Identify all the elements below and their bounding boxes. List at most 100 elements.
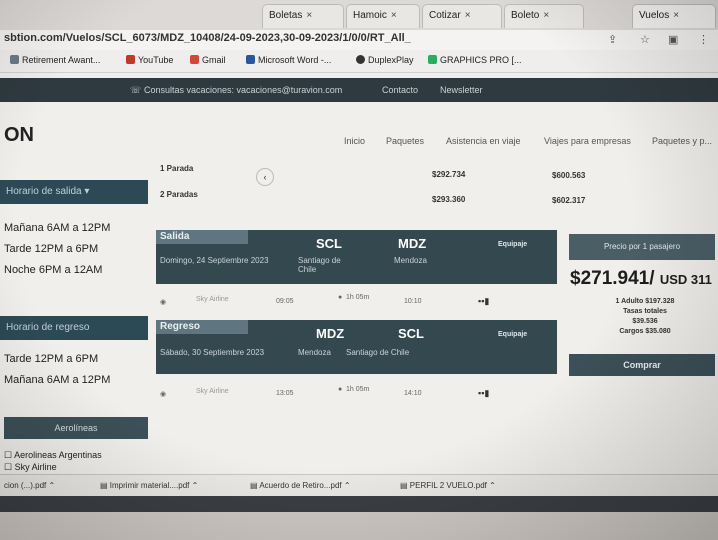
price-detail-taxes: $39.536 (632, 318, 658, 325)
contact-email[interactable]: Consultas vacaciones: vacaciones@turavio… (144, 85, 342, 95)
airlines-filter-button[interactable]: Aerolíneas (4, 417, 148, 439)
menu-item-asistencia[interactable]: Asistencia en viaje (446, 136, 521, 146)
url-text: sbtion.com/Vuelos/SCL_6073/MDZ_10408/24-… (4, 32, 411, 44)
departure-option-morning[interactable]: Mañana 6AM a 12PM (4, 222, 110, 234)
return-option-afternoon[interactable]: Tarde 12PM a 6PM (4, 353, 98, 365)
topbar-link-contact[interactable]: Contacto (382, 85, 418, 95)
bookmark-graphics[interactable]: GRAPHICS PRO [... (428, 55, 522, 65)
topbar-link-newsletter[interactable]: Newsletter (440, 85, 483, 95)
share-icon[interactable]: ⇪ (608, 33, 617, 46)
download-item[interactable]: ▤ Imprimir material....pdf ⌃ (100, 481, 198, 490)
price-per-passenger-label: Precio por 1 pasajero (569, 234, 715, 260)
file-icon: ▤ (100, 481, 108, 490)
chevron-up-icon[interactable]: ⌃ (489, 481, 496, 490)
close-icon[interactable]: × (465, 10, 471, 21)
inbound-label: Regreso (156, 320, 248, 334)
stops-row-1-price2[interactable]: $600.563 (552, 171, 585, 180)
menu-item-paquetes[interactable]: Paquetes (386, 136, 424, 146)
inbound-option[interactable]: ◉ Sky Airline 13:05 ● 1h 05m 14:10 ▪▪▮ (160, 386, 489, 398)
menu-icon[interactable]: ⋮ (698, 33, 709, 46)
close-icon[interactable]: × (391, 10, 397, 21)
inbound-date: Sábado, 30 Septiembre 2023 (160, 348, 265, 357)
menu-item-paquetes-p[interactable]: Paquetes y p... (652, 136, 712, 146)
tab-label: Boleto (511, 10, 540, 21)
bookmark-youtube[interactable]: YouTube (126, 55, 173, 65)
outbound-option[interactable]: ◉ Sky Airline 09:05 ● 1h 05m 10:10 ▪▪▮ (160, 294, 489, 306)
close-icon[interactable]: × (543, 10, 549, 21)
checkbox-icon[interactable]: ☐ (4, 450, 12, 460)
airline-name: Sky Airline (196, 296, 229, 303)
outbound-to-code: MDZ (398, 236, 427, 251)
airline-option-sky[interactable]: ☐ Sky Airline (4, 462, 57, 473)
tab-cotizar[interactable]: Cotizar × (422, 4, 502, 28)
tab-boleto[interactable]: Boleto × (504, 4, 584, 28)
airline-option-aerolineas[interactable]: ☐ Aerolineas Argentinas (4, 450, 102, 461)
close-icon[interactable]: × (673, 10, 679, 21)
checkbox-icon[interactable]: ☐ (4, 462, 12, 472)
inbound-from-city: Mendoza (298, 348, 331, 357)
inbound-from-code: MDZ (316, 326, 345, 341)
departure-filter-header[interactable]: Horario de salida ▾ (0, 180, 148, 204)
departure-option-afternoon[interactable]: Tarde 12PM a 6PM (4, 243, 98, 255)
return-option-morning[interactable]: Mañana 6AM a 12PM (4, 374, 110, 386)
radio-icon[interactable]: ◉ (160, 391, 166, 398)
tab-label: Boletas (269, 10, 303, 21)
tab-vuelos[interactable]: Vuelos × (632, 4, 716, 28)
bookmark-label: GRAPHICS PRO [... (440, 55, 522, 65)
download-label: PERFIL 2 VUELO.pdf (409, 481, 487, 490)
bookmark-label: Microsoft Word -... (258, 55, 332, 65)
tab-hamoic[interactable]: Hamoic × (346, 4, 420, 28)
file-icon: ▤ (250, 481, 258, 490)
site-logo[interactable]: ON (4, 124, 34, 147)
extensions-icon[interactable]: ▣ (668, 33, 678, 46)
outbound-to-city: Mendoza (394, 256, 427, 265)
bookmark-retirement[interactable]: Retirement Awant... (10, 55, 100, 65)
bookmark-gmail[interactable]: Gmail (190, 55, 226, 65)
bookmark-duplexplay[interactable]: DuplexPlay (356, 55, 414, 65)
radio-icon[interactable]: ◉ (160, 299, 166, 306)
address-bar[interactable]: sbtion.com/Vuelos/SCL_6073/MDZ_10408/24-… (0, 30, 718, 51)
bookmark-label: Retirement Awant... (22, 55, 101, 65)
duration: 1h 05m (346, 386, 370, 393)
inbound-to-city: Santiago de Chile (346, 348, 410, 357)
outbound-date: Domingo, 24 Septiembre 2023 (160, 256, 269, 265)
bookmark-label: Gmail (202, 55, 226, 65)
buy-button[interactable]: Comprar (569, 354, 715, 376)
site-topbar: ☏ Consultas vacaciones: vacaciones@turav… (0, 78, 718, 102)
departure-option-night[interactable]: Noche 6PM a 12AM (4, 264, 102, 276)
download-item[interactable]: cion (...).pdf ⌃ (4, 481, 55, 490)
tab-boletas[interactable]: Boletas × (262, 4, 344, 28)
download-item[interactable]: ▤ PERFIL 2 VUELO.pdf ⌃ (400, 481, 496, 490)
chevron-up-icon[interactable]: ⌃ (192, 481, 199, 490)
return-filter-title: Horario de regreso (6, 322, 90, 333)
download-label: Imprimir material....pdf (109, 481, 190, 490)
menu-item-inicio[interactable]: Inicio (344, 136, 365, 146)
star-icon[interactable]: ☆ (640, 33, 650, 46)
tab-label: Vuelos (639, 10, 670, 21)
bookmark-label: YouTube (138, 55, 174, 65)
outbound-baggage: Equipaje (498, 241, 528, 248)
bookmarks-bar: Retirement Awant... YouTube Gmail Micros… (0, 50, 718, 73)
phone-icon: ☏ (130, 85, 142, 95)
duplexplay-icon (356, 55, 365, 64)
clock-icon: ● (338, 294, 343, 301)
inbound-baggage: Equipaje (498, 331, 528, 338)
duration: 1h 05m (346, 294, 370, 301)
bookmark-word[interactable]: Microsoft Word -... (246, 55, 331, 65)
return-filter-header[interactable]: Horario de regreso (0, 316, 148, 340)
clock-icon: ● (338, 386, 343, 393)
tab-label: Hamoic (353, 10, 387, 21)
stops-row-2-price2[interactable]: $602.317 (552, 196, 585, 205)
price-detail-taxes-label: Tasas totales (623, 308, 667, 315)
close-icon[interactable]: × (306, 10, 312, 21)
menu-item-empresas[interactable]: Viajes para empresas (544, 136, 631, 146)
chevron-up-icon[interactable]: ⌃ (48, 481, 55, 490)
chevron-up-icon[interactable]: ⌃ (344, 481, 351, 490)
stops-row-1-price1[interactable]: $292.734 (432, 170, 465, 179)
outbound-from-city: Santiago de Chile (298, 256, 341, 274)
chevron-left-icon[interactable]: ‹ (256, 168, 274, 186)
download-item[interactable]: ▤ Acuerdo de Retiro...pdf ⌃ (250, 481, 351, 490)
stops-row-2-price1[interactable]: $293.360 (432, 195, 465, 204)
departure-time: 13:05 (276, 390, 294, 397)
tab-label: Cotizar (429, 10, 461, 21)
